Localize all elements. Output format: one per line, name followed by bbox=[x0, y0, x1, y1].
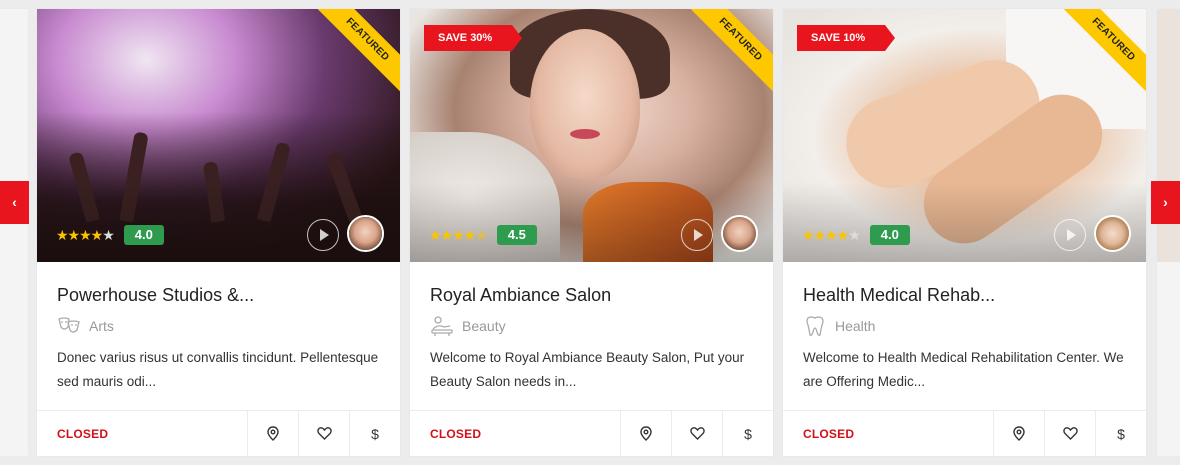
tooth-icon bbox=[806, 316, 824, 336]
heart-icon[interactable] bbox=[671, 411, 722, 456]
listing-description: Welcome to Royal Ambiance Beauty Salon, … bbox=[430, 350, 745, 389]
play-video-icon[interactable] bbox=[307, 219, 339, 251]
star-rating-icon: ★★★★★ bbox=[56, 226, 115, 243]
avatar[interactable] bbox=[721, 215, 758, 252]
heart-icon[interactable] bbox=[1044, 411, 1095, 456]
listing-carousel: FEATURED ★★★★★ 4.0 Powerhouse Studios &.… bbox=[0, 0, 1180, 465]
map-pin-icon[interactable] bbox=[247, 411, 298, 456]
listing-category[interactable]: Health bbox=[803, 315, 1126, 337]
listing-footer: CLOSED $ bbox=[37, 410, 400, 456]
listing-image[interactable]: FEATURED ★★★★★ 4.0 bbox=[37, 9, 400, 262]
listing-category[interactable]: Beauty bbox=[430, 315, 753, 337]
listing-card-partial-right bbox=[1157, 9, 1180, 456]
listing-card[interactable]: FEATURED ★★★★★ 4.0 Powerhouse Studios &.… bbox=[37, 9, 400, 456]
play-video-icon[interactable] bbox=[681, 219, 713, 251]
listing-title[interactable]: Royal Ambiance Salon bbox=[430, 285, 753, 311]
massage-icon bbox=[431, 316, 453, 336]
rating-score: 4.0 bbox=[869, 225, 910, 245]
discount-tag: SAVE 10% bbox=[797, 25, 896, 51]
rating: ★★★★★ 4.5 bbox=[429, 225, 537, 245]
listing-description: Welcome to Health Medical Rehabilitation… bbox=[803, 350, 1124, 389]
listing-title[interactable]: Health Medical Rehab... bbox=[803, 285, 1126, 311]
status-badge: CLOSED bbox=[430, 427, 482, 441]
listing-image[interactable]: SAVE 30% FEATURED ★★★★★ 4.5 bbox=[410, 9, 773, 262]
rating-score: 4.5 bbox=[496, 225, 537, 245]
status-badge: CLOSED bbox=[803, 427, 855, 441]
price-icon[interactable]: $ bbox=[1095, 411, 1146, 456]
rating: ★★★★★ 4.0 bbox=[56, 225, 164, 245]
map-pin-icon[interactable] bbox=[993, 411, 1044, 456]
star-rating-icon: ★★★★★ bbox=[429, 226, 488, 243]
theater-masks-icon bbox=[58, 317, 80, 333]
price-icon[interactable]: $ bbox=[722, 411, 773, 456]
discount-tag: SAVE 30% bbox=[424, 25, 523, 51]
rating-score: 4.0 bbox=[123, 225, 164, 245]
listing-title[interactable]: Powerhouse Studios &... bbox=[57, 285, 380, 311]
map-pin-icon[interactable] bbox=[620, 411, 671, 456]
price-icon[interactable]: $ bbox=[349, 411, 400, 456]
avatar[interactable] bbox=[347, 215, 384, 252]
carousel-next-button[interactable]: › bbox=[1151, 181, 1180, 224]
carousel-prev-button[interactable]: ‹ bbox=[0, 181, 29, 224]
listing-description: Donec varius risus ut convallis tincidun… bbox=[57, 350, 379, 389]
listing-card-partial-left bbox=[0, 9, 28, 456]
listing-card[interactable]: SAVE 30% FEATURED ★★★★★ 4.5 Royal Ambian… bbox=[410, 9, 773, 456]
listing-image[interactable]: SAVE 10% FEATURED ★★★★★ 4.0 bbox=[783, 9, 1146, 262]
rating: ★★★★★ 4.0 bbox=[802, 225, 910, 245]
avatar[interactable] bbox=[1094, 215, 1131, 252]
status-badge: CLOSED bbox=[57, 427, 109, 441]
heart-icon[interactable] bbox=[298, 411, 349, 456]
star-rating-icon: ★★★★★ bbox=[802, 226, 861, 243]
listing-category[interactable]: Arts bbox=[57, 315, 380, 337]
play-video-icon[interactable] bbox=[1054, 219, 1086, 251]
listing-card[interactable]: SAVE 10% FEATURED ★★★★★ 4.0 Health Medic… bbox=[783, 9, 1146, 456]
listing-footer: CLOSED $ bbox=[783, 410, 1146, 456]
listing-footer: CLOSED $ bbox=[410, 410, 773, 456]
